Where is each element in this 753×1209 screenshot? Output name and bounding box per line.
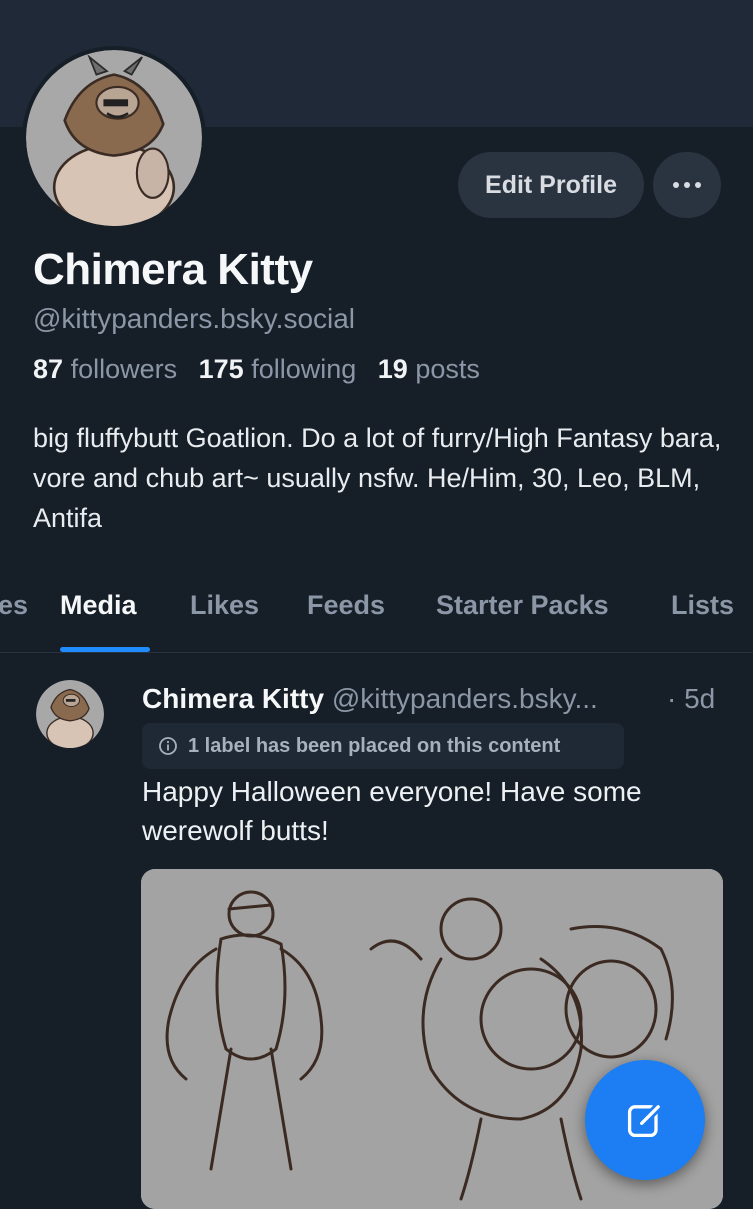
tab-replies[interactable]: es [0, 590, 28, 621]
profile-stats: 87 followers 175 following 19 posts [33, 354, 480, 385]
followers-link[interactable]: 87 followers [33, 354, 177, 384]
post-author-avatar[interactable] [36, 680, 104, 748]
post-author-name[interactable]: Chimera Kitty [142, 683, 324, 714]
tab-feeds[interactable]: Feeds [307, 590, 385, 621]
tab-starter-packs[interactable]: Starter Packs [436, 590, 609, 621]
tab-media[interactable]: Media [60, 590, 137, 621]
tab-lists[interactable]: Lists [671, 590, 734, 621]
profile-bio: big fluffybutt Goatlion. Do a lot of fur… [33, 423, 722, 533]
following-link[interactable]: 175 following [199, 354, 357, 384]
post-timestamp[interactable]: · 5d [667, 683, 715, 715]
compose-icon [627, 1101, 664, 1138]
profile-tabs: es Media Likes Feeds Starter Packs Lists [0, 580, 753, 653]
post-header: Chimera Kitty @kittypanders.bsky... [142, 683, 598, 715]
ellipsis-icon [671, 182, 704, 188]
edit-profile-label: Edit Profile [485, 170, 617, 199]
info-icon [159, 737, 177, 755]
label-notice-text: 1 label has been placed on this content [188, 734, 561, 757]
profile-avatar[interactable] [22, 46, 206, 230]
profile-handle: @kittypanders.bsky.social [33, 303, 356, 334]
compose-post-button[interactable] [585, 1060, 705, 1180]
posts-count: 19 posts [377, 354, 480, 384]
edit-profile-button[interactable]: Edit Profile [458, 152, 644, 218]
post-text: Happy Halloween everyone! Have some were… [142, 776, 642, 846]
tab-likes[interactable]: Likes [190, 590, 259, 621]
more-options-button[interactable] [653, 152, 721, 218]
active-tab-indicator [60, 647, 150, 652]
profile-display-name: Chimera Kitty [33, 245, 313, 294]
content-label-notice[interactable]: 1 label has been placed on this content [142, 723, 624, 769]
post-author-handle[interactable]: @kittypanders.bsky... [332, 683, 598, 714]
